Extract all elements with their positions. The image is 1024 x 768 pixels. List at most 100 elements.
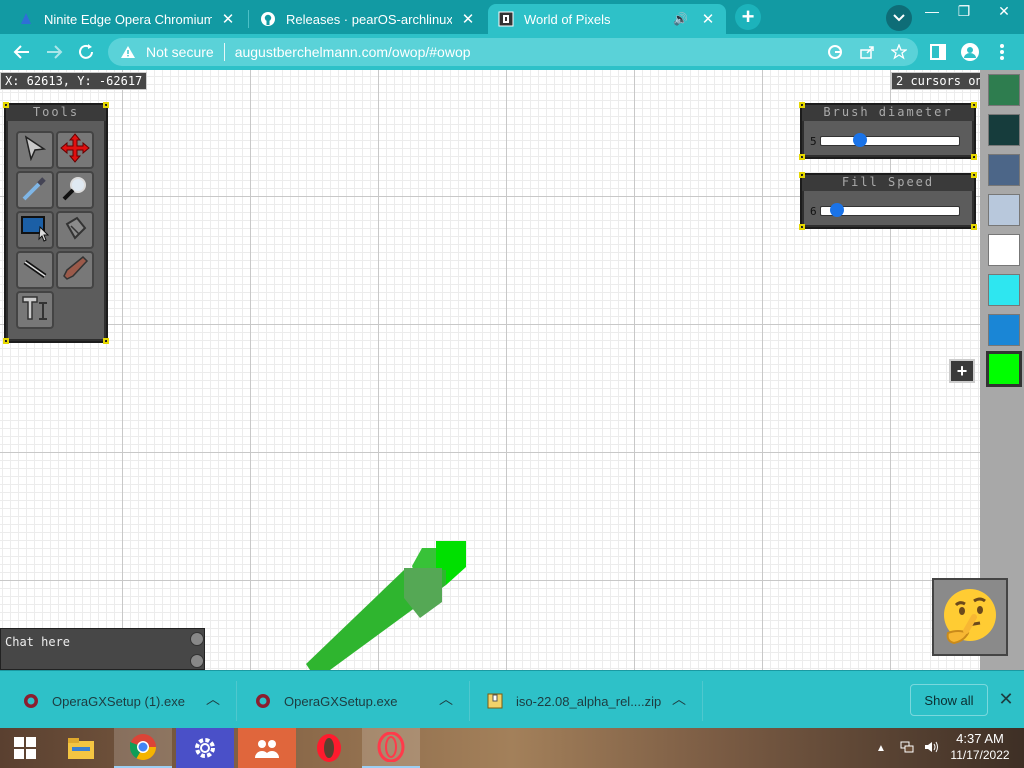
profile-avatar-icon[interactable]	[956, 38, 984, 66]
sidebar-toggle-icon[interactable]	[924, 38, 952, 66]
pipette-tool-button[interactable]	[16, 171, 54, 209]
color-swatch[interactable]	[988, 274, 1020, 306]
show-all-downloads-button[interactable]: Show all	[910, 684, 988, 716]
drawn-pixels	[306, 541, 466, 670]
tab-search-button[interactable]	[886, 5, 912, 31]
download-filename: OperaGXSetup (1).exe	[52, 693, 185, 709]
opera-gx-icon	[377, 732, 405, 762]
volume-icon[interactable]	[924, 740, 940, 757]
fill-bucket-icon	[61, 214, 89, 247]
fill-speed-panel: Fill Speed 6	[799, 172, 977, 230]
chevron-up-icon[interactable]: ▲	[876, 743, 886, 754]
menu-icon[interactable]	[988, 38, 1016, 66]
chevron-up-icon[interactable]: ︿	[439, 689, 453, 709]
close-shelf-icon[interactable]: ✕	[996, 688, 1016, 710]
chat-scroll-up-button[interactable]	[190, 632, 204, 646]
clock-date: 11/17/2022	[950, 748, 1010, 762]
opera-taskbar-button[interactable]	[300, 728, 358, 768]
coordinates-display: X: 62613, Y: -62617	[0, 72, 148, 90]
color-swatch[interactable]	[988, 74, 1020, 106]
thinking-emoji-button[interactable]	[932, 578, 1008, 656]
security-label[interactable]: Not secure	[146, 44, 214, 60]
google-icon[interactable]	[826, 43, 844, 61]
settings-taskbar-button[interactable]	[176, 728, 234, 768]
line-icon	[21, 254, 49, 287]
fill-speed-slider[interactable]	[820, 203, 960, 217]
download-item[interactable]: OperaGXSetup.exe	[254, 679, 397, 723]
panel-title: Fill Speed	[802, 175, 974, 191]
tab-ninite[interactable]: Ninite Edge Opera Chromium Un ✕	[8, 4, 246, 34]
people-taskbar-button[interactable]	[238, 728, 296, 768]
zoom-tool-button[interactable]	[56, 171, 94, 209]
color-swatch[interactable]	[988, 314, 1020, 346]
move-tool-button[interactable]	[56, 131, 94, 169]
tab-world-of-pixels[interactable]: World of Pixels 🔊 ✕	[488, 4, 726, 34]
brush-diameter-slider[interactable]	[820, 133, 960, 147]
close-icon[interactable]: ✕	[700, 10, 716, 28]
move-icon	[60, 132, 90, 168]
add-color-button[interactable]: +	[949, 359, 975, 383]
gear-icon	[195, 738, 215, 758]
line-tool-button[interactable]	[16, 251, 54, 289]
browser-toolbar: Not secure augustberchelmann.com/owop/#o…	[0, 34, 1024, 70]
opera-gx-taskbar-button[interactable]	[362, 728, 420, 768]
protect-tool-button[interactable]	[56, 251, 94, 289]
zip-archive-icon	[486, 692, 504, 710]
network-icon[interactable]	[900, 740, 914, 757]
chevron-up-icon[interactable]: ︿	[672, 689, 686, 709]
tab-github-releases[interactable]: Releases · pearOS-archlinux/iso ✕	[250, 4, 486, 34]
file-explorer-button[interactable]	[52, 728, 110, 768]
start-button[interactable]	[0, 728, 50, 768]
close-icon[interactable]: ✕	[220, 10, 236, 28]
url-text[interactable]: augustberchelmann.com/owop/#owop	[235, 44, 471, 60]
minimize-button[interactable]: —	[914, 0, 950, 22]
tab-title: World of Pixels	[524, 11, 611, 27]
forward-button[interactable]	[40, 38, 68, 66]
brush-diameter-value: 5	[810, 134, 817, 148]
fill-speed-value: 6	[810, 204, 817, 218]
area-export-tool-button[interactable]	[16, 211, 54, 249]
people-icon	[255, 740, 279, 758]
download-item[interactable]: iso-22.08_alpha_rel....zip	[486, 679, 661, 723]
tab-title: Releases · pearOS-archlinux/iso	[286, 11, 452, 27]
close-window-button[interactable]: ✕	[986, 0, 1022, 22]
pixel-canvas[interactable]	[0, 70, 980, 670]
chat-input[interactable]: Chat here	[5, 635, 70, 649]
chat-scroll-down-button[interactable]	[190, 654, 204, 668]
slider-thumb[interactable]	[853, 133, 867, 147]
download-filename: iso-22.08_alpha_rel....zip	[516, 693, 662, 709]
reload-button[interactable]	[72, 38, 100, 66]
chrome-taskbar-button[interactable]	[114, 728, 172, 768]
slider-thumb[interactable]	[830, 203, 844, 217]
download-filename: OperaGXSetup.exe	[284, 693, 398, 709]
ninite-icon	[18, 11, 34, 27]
share-icon[interactable]	[858, 43, 876, 61]
tools-panel: Tools	[3, 102, 109, 344]
speaker-icon[interactable]: 🔊	[673, 12, 688, 26]
color-swatch[interactable]	[988, 194, 1020, 226]
clock-time: 4:37 AM	[956, 731, 1004, 746]
taskbar-clock[interactable]: 4:37 AM 11/17/2022	[940, 731, 1020, 763]
text-tool-button[interactable]	[16, 291, 54, 329]
new-tab-button[interactable]: +	[735, 4, 761, 30]
color-swatch[interactable]	[988, 234, 1020, 266]
cursor-tool-button[interactable]	[16, 131, 54, 169]
back-button[interactable]	[8, 38, 36, 66]
restore-button[interactable]: ❐	[946, 0, 982, 22]
chevron-up-icon[interactable]: ︿	[206, 689, 220, 709]
color-swatch[interactable]	[988, 154, 1020, 186]
close-icon[interactable]: ✕	[460, 10, 476, 28]
color-swatch[interactable]	[988, 114, 1020, 146]
fill-tool-button[interactable]	[56, 211, 94, 249]
panel-title: Brush diameter	[802, 105, 974, 121]
export-area-icon	[20, 213, 50, 248]
opera-gx-icon	[22, 692, 40, 710]
warning-icon[interactable]	[120, 44, 136, 60]
star-icon[interactable]	[890, 43, 908, 61]
download-item[interactable]: OperaGXSetup (1).exe	[22, 679, 185, 723]
thinking-face-icon	[944, 589, 996, 645]
address-bar[interactable]: Not secure augustberchelmann.com/owop/#o…	[108, 38, 918, 66]
pipette-icon	[21, 174, 49, 207]
color-swatch-selected[interactable]	[986, 351, 1022, 387]
opera-gx-icon	[254, 692, 272, 710]
